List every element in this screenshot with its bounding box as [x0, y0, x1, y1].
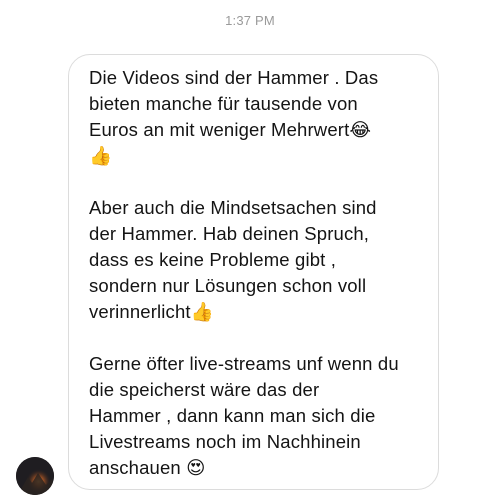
message-line: der Hammer. Hab deinen Spruch, — [89, 223, 370, 244]
message-line: Aber auch die Mindsetsachen sind — [89, 197, 377, 218]
message-line: sondern nur Lösungen schon voll — [89, 275, 367, 296]
message-line: Die Videos sind der Hammer . Das — [89, 67, 379, 88]
message-paragraph-2: Aber auch die Mindsetsachen sind der Ham… — [89, 195, 420, 325]
message-line: dass es keine Probleme gibt , — [89, 249, 337, 270]
message-line: Gerne öfter live-streams unf wenn du — [89, 353, 399, 374]
message-line: 👍 — [89, 145, 113, 166]
message-paragraph-3: Gerne öfter live-streams unf wenn du die… — [89, 351, 420, 481]
message-bubble[interactable]: Die Videos sind der Hammer . Das bieten … — [68, 54, 439, 490]
avatar-photo-icon — [16, 457, 54, 495]
message-line: Hammer , dann kann man sich die — [89, 405, 376, 426]
message-line: bieten manche für tausende von — [89, 93, 358, 114]
sender-avatar[interactable] — [16, 457, 54, 495]
message-line: die speicherst wäre das der — [89, 379, 320, 400]
message-line: anschauen 😍 — [89, 457, 206, 478]
incoming-message-row: Die Videos sind der Hammer . Das bieten … — [0, 0, 500, 497]
message-line: verinnerlicht👍 — [89, 301, 214, 322]
message-paragraph-1: Die Videos sind der Hammer . Das bieten … — [89, 65, 420, 169]
message-line: Euros an mit weniger Mehrwert😂 — [89, 119, 372, 140]
message-line: Livestreams noch im Nachhinein — [89, 431, 361, 452]
